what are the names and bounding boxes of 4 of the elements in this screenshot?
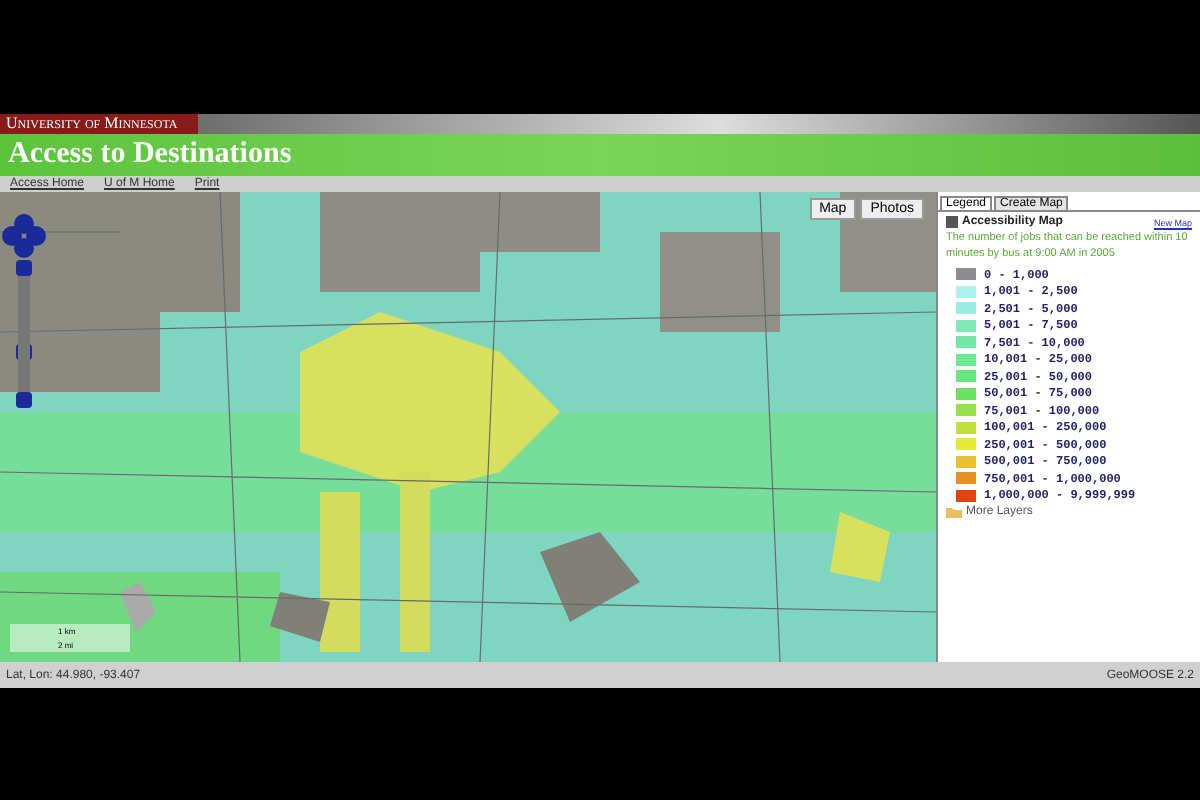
site-title: Access to Destinations (8, 138, 292, 172)
layer-checkbox[interactable] (946, 216, 958, 228)
folder-icon (946, 506, 962, 518)
university-name: University of Minnesota (0, 114, 198, 134)
